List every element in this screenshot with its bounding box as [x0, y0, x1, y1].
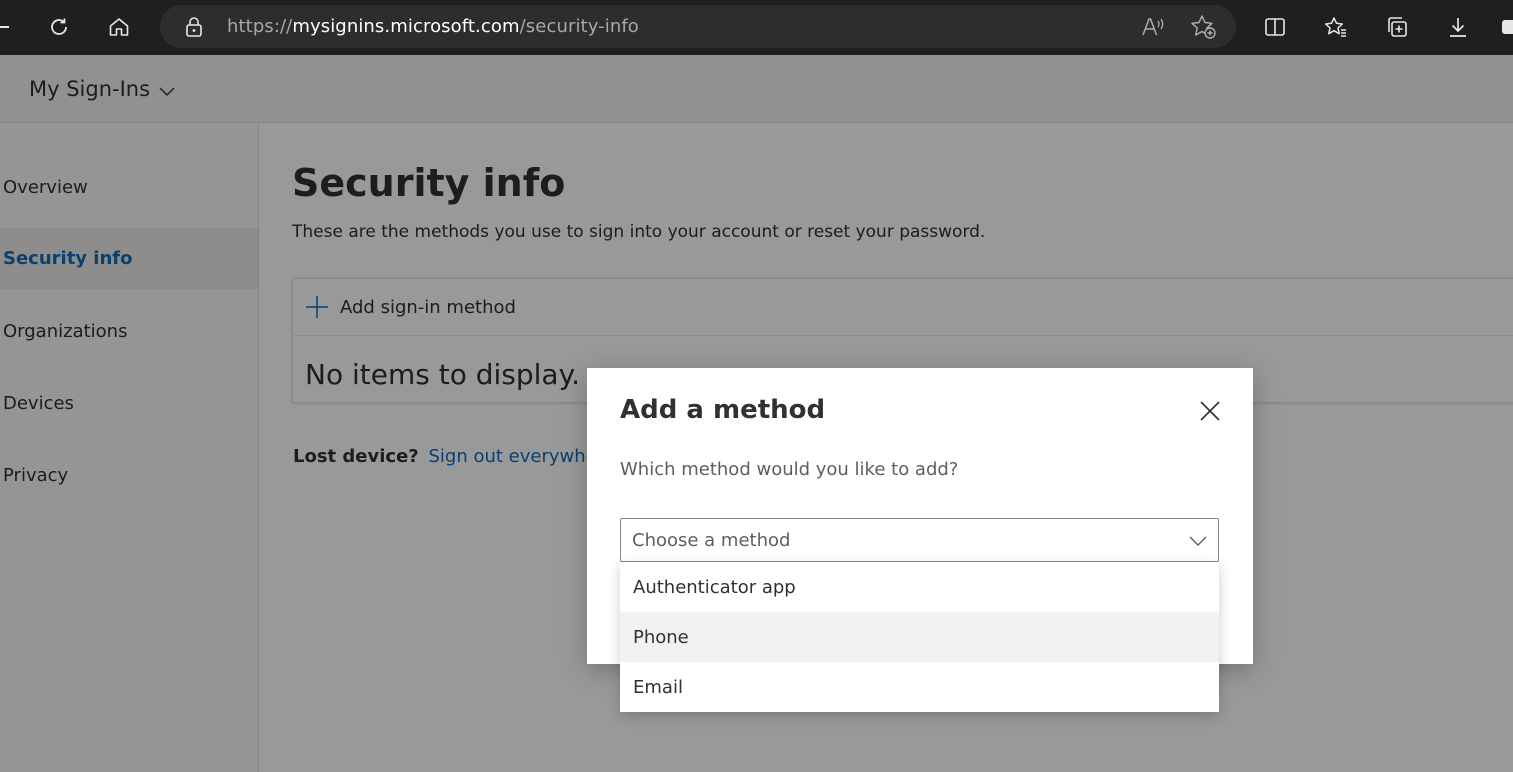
- read-aloud-icon[interactable]: [1140, 15, 1166, 39]
- lock-icon[interactable]: [182, 15, 206, 39]
- method-select-placeholder: Choose a method: [632, 529, 791, 551]
- browser-toolbar: https://mysignins.microsoft.com/security…: [0, 0, 1513, 55]
- split-screen-icon[interactable]: [1260, 12, 1290, 42]
- back-icon[interactable]: [0, 12, 16, 42]
- address-bar[interactable]: https://mysignins.microsoft.com/security…: [160, 5, 1236, 48]
- refresh-icon[interactable]: [44, 12, 74, 42]
- close-button[interactable]: [1195, 396, 1225, 426]
- option-authenticator-app[interactable]: Authenticator app: [620, 562, 1219, 612]
- option-email[interactable]: Email: [620, 662, 1219, 712]
- add-favorite-icon[interactable]: [1190, 14, 1218, 40]
- method-dropdown: Authenticator app Phone Email: [620, 562, 1219, 712]
- dialog-title: Add a method: [620, 395, 826, 425]
- option-phone[interactable]: Phone: [620, 612, 1219, 662]
- downloads-icon[interactable]: [1443, 12, 1473, 42]
- home-icon[interactable]: [104, 12, 134, 42]
- extensions-icon[interactable]: [1496, 12, 1513, 42]
- favorites-icon[interactable]: [1321, 12, 1351, 42]
- url-text[interactable]: https://mysignins.microsoft.com/security…: [227, 16, 639, 37]
- chevron-down-icon: [1189, 536, 1207, 546]
- close-icon: [1200, 401, 1220, 421]
- dialog-question: Which method would you like to add?: [620, 459, 959, 480]
- method-select[interactable]: Choose a method: [620, 518, 1219, 562]
- collections-icon[interactable]: [1382, 12, 1412, 42]
